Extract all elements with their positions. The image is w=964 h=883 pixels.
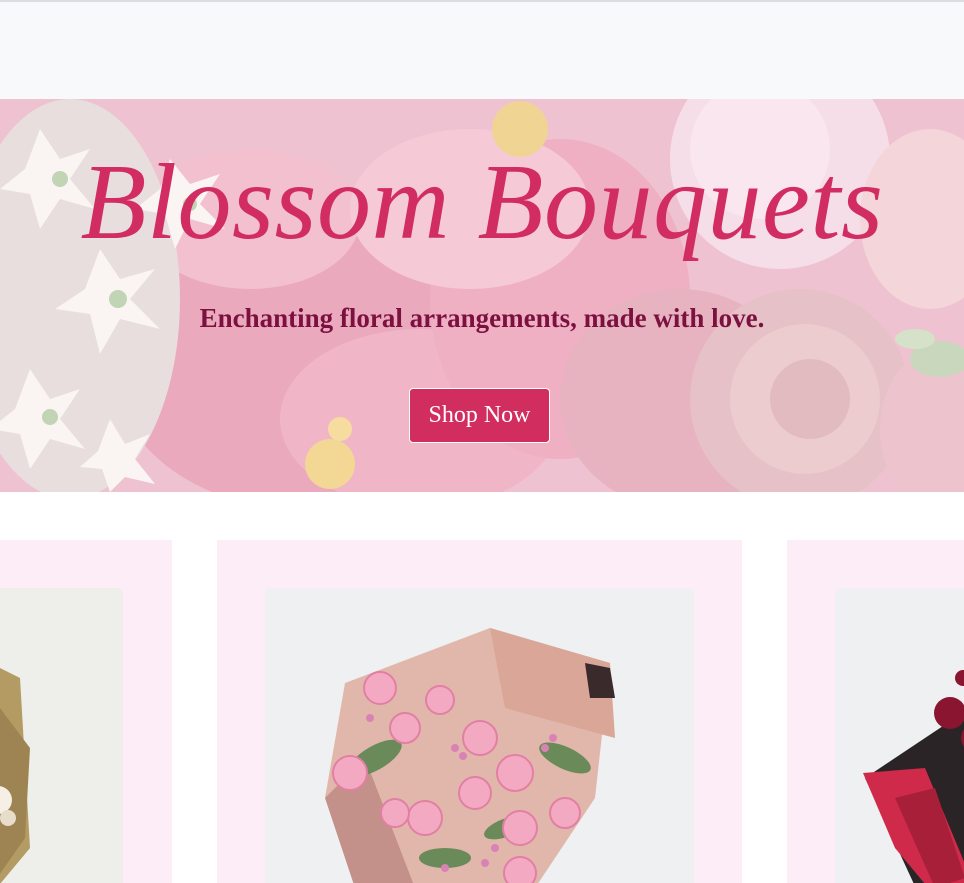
hero-title: Blossom Bouquets — [80, 143, 884, 262]
shop-now-button[interactable]: Shop Now — [409, 388, 550, 443]
product-card[interactable] — [787, 540, 964, 883]
pink-rose-bouquet-image — [265, 588, 694, 883]
product-card[interactable] — [217, 540, 742, 883]
hero-subtitle: Enchanting floral arrangements, made wit… — [199, 303, 765, 333]
product-image[interactable] — [835, 588, 964, 883]
flower-bouquet-kraft-wrap-image — [0, 588, 123, 883]
page: Blossom Bouquets Enchanting floral arran… — [0, 0, 964, 883]
product-card[interactable] — [0, 540, 172, 883]
hero-section: Blossom Bouquets Enchanting floral arran… — [0, 99, 964, 492]
product-image[interactable] — [265, 588, 694, 883]
red-flower-bouquet-image — [835, 588, 964, 883]
product-image[interactable] — [0, 588, 123, 883]
navbar — [0, 0, 964, 99]
